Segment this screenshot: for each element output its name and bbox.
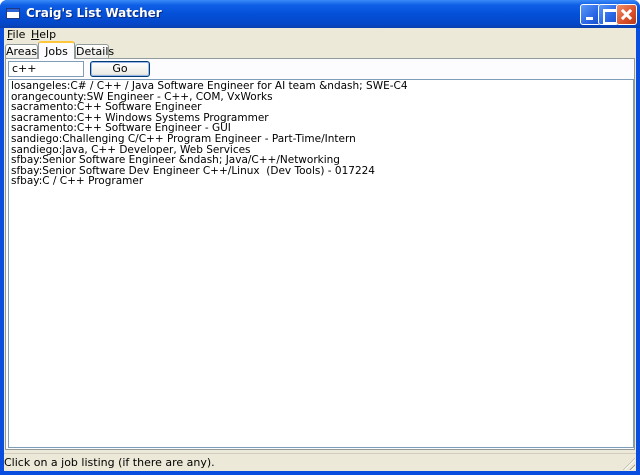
client-area: File Help Areas Jobs Details c++ Go losa…	[4, 28, 636, 471]
close-button[interactable]	[616, 4, 637, 25]
window-title: Craig's List Watcher	[26, 6, 162, 20]
title-bar[interactable]: Craig's List Watcher	[0, 0, 640, 28]
menu-file[interactable]: File	[7, 28, 25, 42]
status-text: Click on a job listing (if there are any…	[4, 456, 215, 469]
menu-file-label: ile	[12, 28, 26, 41]
menu-help-label: elp	[39, 28, 57, 41]
search-input[interactable]: c++	[8, 61, 84, 77]
app-icon[interactable]	[6, 8, 20, 19]
jobs-panel: c++ Go losangeles:C# / C++ / Java Softwa…	[5, 58, 635, 450]
menu-help[interactable]: Help	[31, 28, 56, 42]
job-list-item[interactable]: sandiego:Challenging C/C++ Program Engin…	[11, 134, 631, 145]
job-list[interactable]: losangeles:C# / C++ / Java Software Engi…	[8, 79, 634, 448]
job-list-item[interactable]: sfbay:C / C++ Programer	[11, 176, 631, 187]
tab-details[interactable]: Details	[75, 44, 114, 59]
status-bar: Click on a job listing (if there are any…	[4, 453, 636, 471]
tab-jobs[interactable]: Jobs	[38, 41, 75, 59]
app-window: Craig's List Watcher File Help Areas Job…	[0, 0, 640, 475]
job-list-item[interactable]: losangeles:C# / C++ / Java Software Engi…	[11, 81, 631, 92]
tab-strip: Areas Jobs Details	[4, 41, 636, 59]
go-button[interactable]: Go	[90, 61, 150, 77]
tab-areas[interactable]: Areas	[5, 44, 38, 59]
close-icon	[617, 5, 636, 24]
size-grip-icon[interactable]	[623, 458, 635, 470]
menu-bar: File Help	[4, 28, 636, 42]
